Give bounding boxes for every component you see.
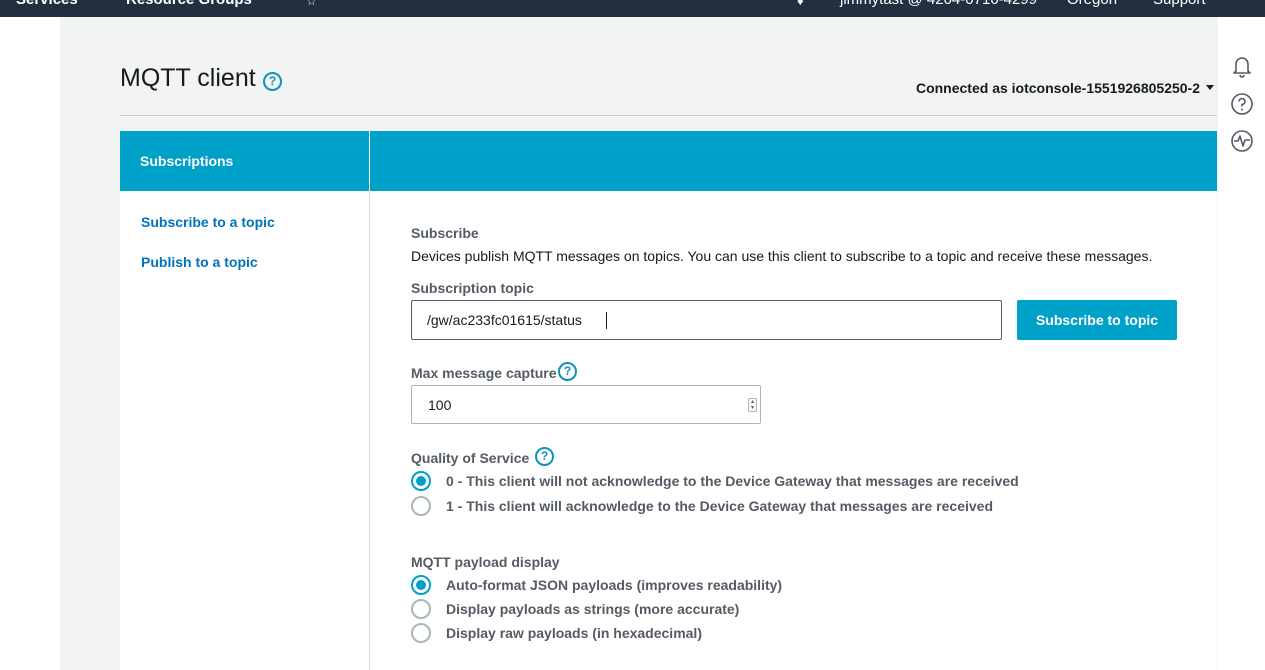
- text-cursor: [606, 312, 607, 329]
- subscription-topic-label: Subscription topic: [411, 280, 534, 296]
- payload-option-string-label: Display payloads as strings (more accura…: [446, 601, 740, 617]
- sidebar-item-publish[interactable]: Publish to a topic: [141, 254, 258, 270]
- page-title: MQTT client: [120, 64, 256, 92]
- qos-option-0-label: 0 - This client will not acknowledge to …: [446, 473, 1019, 489]
- pin-icon[interactable]: ☆: [306, 0, 317, 8]
- caret-down-icon: [1206, 85, 1214, 90]
- top-nav-bar: Services Resource Groups ☆ ♦ jimmytast @…: [0, 0, 1265, 17]
- payload-option-json-label: Auto-format JSON payloads (improves read…: [446, 577, 783, 593]
- nav-support[interactable]: Support: [1153, 0, 1206, 8]
- payload-display-label: MQTT payload display: [411, 554, 560, 570]
- payload-option-hex-label: Display raw payloads (in hexadecimal): [446, 625, 702, 641]
- qos-help-icon[interactable]: ?: [535, 447, 554, 466]
- qos-option-1-label: 1 - This client will acknowledge to the …: [446, 498, 993, 514]
- nav-account[interactable]: jimmytast @ 4204-0716-4299: [840, 0, 1037, 8]
- panel-header-divider: [369, 131, 370, 191]
- bell-nav-icon[interactable]: ♦: [797, 0, 804, 8]
- subscriptions-header: Subscriptions: [140, 153, 234, 169]
- subscribe-to-topic-button[interactable]: Subscribe to topic: [1017, 300, 1177, 340]
- sidebar: Subscribe to a topic Publish to a topic: [120, 191, 370, 670]
- radio-selected-icon[interactable]: [411, 575, 431, 595]
- help-icon[interactable]: [1230, 92, 1254, 116]
- max-message-capture-label: Max message capture: [411, 365, 557, 381]
- nav-resource-groups[interactable]: Resource Groups: [126, 0, 252, 8]
- max-capture-help-icon[interactable]: ?: [558, 362, 577, 381]
- subscribe-heading: Subscribe: [411, 225, 479, 241]
- header-divider: [120, 115, 1217, 116]
- activity-icon[interactable]: [1230, 129, 1254, 153]
- nav-services[interactable]: Services: [16, 0, 78, 8]
- subscription-topic-input[interactable]: [411, 300, 1002, 340]
- max-message-capture-input[interactable]: [411, 385, 761, 424]
- sidebar-item-subscribe[interactable]: Subscribe to a topic: [141, 214, 275, 230]
- connected-as-dropdown[interactable]: Connected as iotconsole-1551926805250-2: [916, 80, 1214, 96]
- connected-as-label: Connected as iotconsole-1551926805250-2: [915, 80, 1200, 96]
- radio-selected-icon[interactable]: [411, 471, 431, 491]
- radio-unselected-icon[interactable]: [411, 623, 431, 643]
- subscribe-description: Devices publish MQTT messages on topics.…: [411, 248, 1153, 264]
- radio-unselected-icon[interactable]: [411, 496, 431, 516]
- qos-label: Quality of Service: [411, 450, 530, 466]
- notification-bell-icon[interactable]: [1230, 54, 1254, 78]
- number-spinner-icon[interactable]: ▴ ▾: [748, 398, 757, 412]
- radio-unselected-icon[interactable]: [411, 599, 431, 619]
- subscribe-panel: Subscribe Devices publish MQTT messages …: [370, 191, 1217, 670]
- panel-header: Subscriptions: [120, 131, 1217, 191]
- title-help-icon[interactable]: ?: [263, 72, 282, 91]
- nav-region[interactable]: Oregon: [1067, 0, 1117, 8]
